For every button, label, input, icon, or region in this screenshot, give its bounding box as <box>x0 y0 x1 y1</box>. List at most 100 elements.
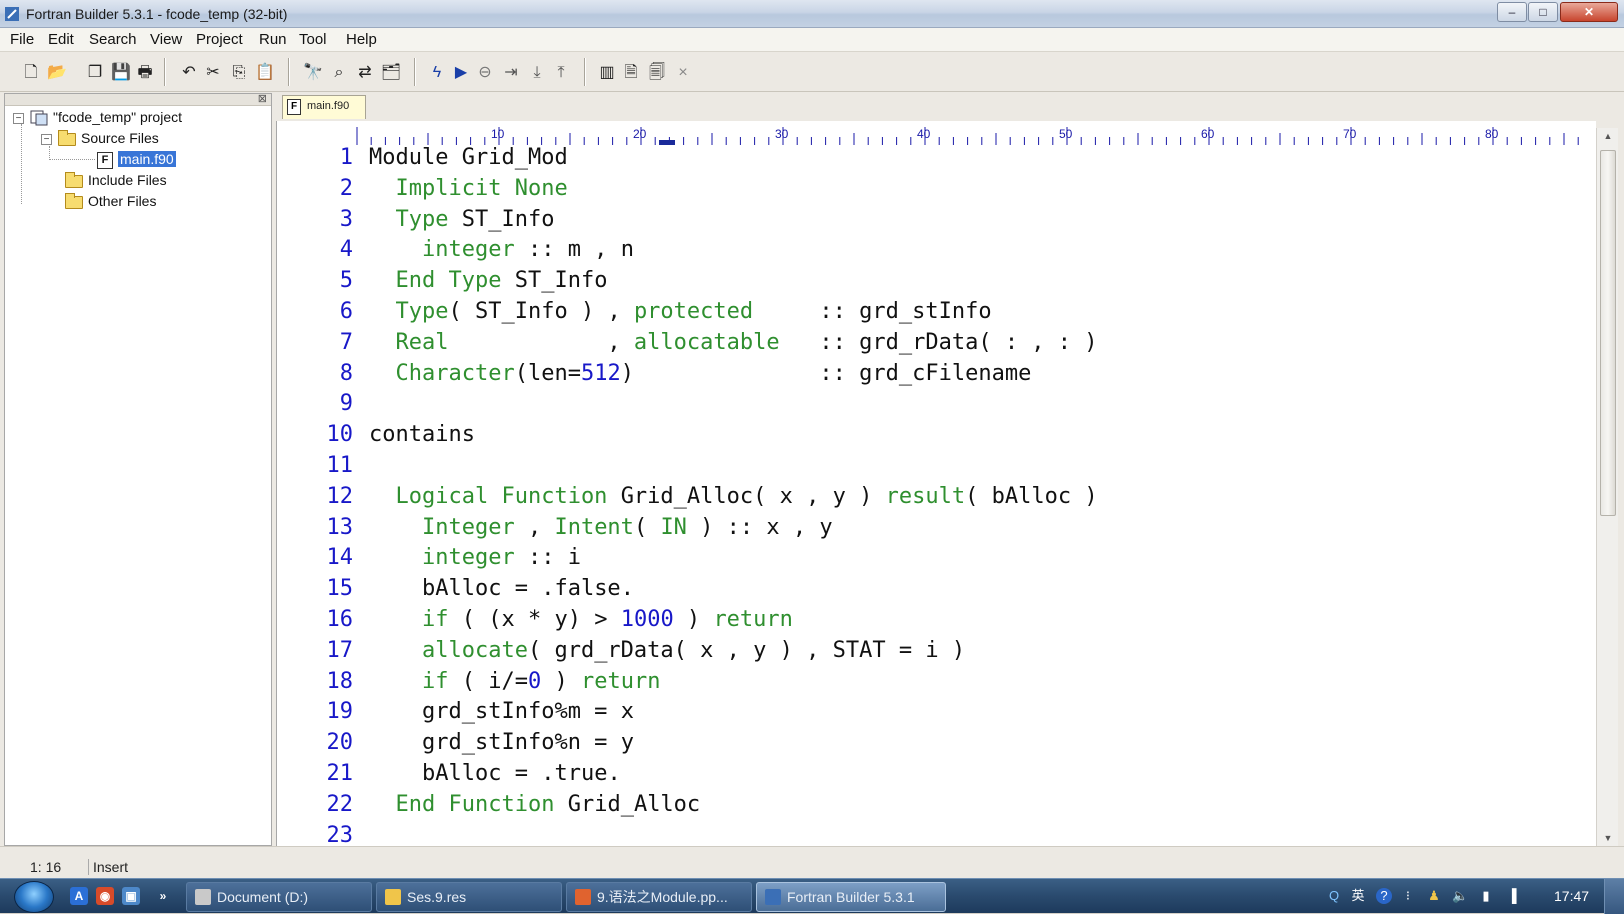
ruler-cursor-marker <box>659 140 675 145</box>
compile-icon[interactable]: 🗎 <box>620 62 642 84</box>
panel-header: ⊠ <box>5 92 271 106</box>
line-number: 8 <box>339 360 353 386</box>
code-line[interactable]: integer :: m , n <box>369 235 634 265</box>
layout-icon[interactable]: ▥ <box>596 62 618 84</box>
chrome-icon[interactable]: ◉ <box>96 887 114 905</box>
menu-edit[interactable]: Edit <box>48 31 74 48</box>
maximize-button[interactable]: □ <box>1528 2 1558 22</box>
code-line[interactable]: bAlloc = .false. <box>369 574 634 604</box>
code-line[interactable]: Type ST_Info <box>369 205 555 235</box>
menu-help[interactable]: Help <box>346 31 377 48</box>
tree-other-files[interactable]: Other Files <box>65 191 156 211</box>
clock[interactable]: 17:47 <box>1554 888 1589 904</box>
help-tray-icon[interactable]: ? <box>1376 888 1392 904</box>
collapse-icon[interactable]: − <box>41 133 52 145</box>
step-out-icon[interactable]: ⤒ <box>550 62 572 84</box>
line-number: 6 <box>339 299 353 324</box>
ruler-mark: 80 <box>1485 127 1499 141</box>
build-icon[interactable]: ϟ <box>426 62 448 84</box>
scrollbar-thumb[interactable] <box>1600 150 1616 516</box>
tree-file-main[interactable]: Fmain.f90 <box>97 149 176 169</box>
stop-icon[interactable]: ⊖ <box>474 62 496 84</box>
find-icon[interactable]: 🔭 <box>302 62 324 84</box>
new-file-icon[interactable]: 🗋 <box>20 62 42 84</box>
code-line[interactable]: Real , allocatable :: grd_rData( : , : ) <box>369 328 1098 358</box>
replace-icon[interactable]: ⇄ <box>354 62 376 84</box>
code-line[interactable]: grd_stInfo%n = y <box>369 728 634 758</box>
desktop-icon[interactable]: ▣ <box>122 887 140 905</box>
step-icon[interactable]: ⇥ <box>500 62 522 84</box>
code-line[interactable]: contains <box>369 420 475 450</box>
menu-tool[interactable]: Tool <box>299 31 327 48</box>
code-line[interactable]: grd_stInfo%m = x <box>369 697 634 727</box>
code-line[interactable]: Module Grid_Mod <box>369 143 568 173</box>
line-number: 10 <box>326 422 354 448</box>
start-button[interactable] <box>14 881 54 913</box>
code-line[interactable]: if ( (x * y) > 1000 ) return <box>369 605 793 635</box>
code-line[interactable]: Type( ST_Info ) , protected :: grd_stInf… <box>369 297 992 327</box>
menu-run[interactable]: Run <box>259 31 287 48</box>
task-ses9[interactable]: Ses.9.res <box>376 882 562 912</box>
close-doc-icon[interactable]: × <box>672 62 694 84</box>
folder-icon <box>65 171 83 188</box>
code-line[interactable]: End Type ST_Info <box>369 266 608 296</box>
task-document[interactable]: Document (D:) <box>186 882 372 912</box>
find-next-icon[interactable]: ⌕ <box>328 62 350 84</box>
copy-file-icon[interactable]: ❐ <box>84 62 106 84</box>
code-line[interactable]: Character(len=512) :: grd_cFilename <box>369 359 1032 389</box>
quick-launch-a-icon[interactable]: A <box>70 887 88 905</box>
search-tray-icon[interactable]: Q <box>1326 888 1342 904</box>
code-editor[interactable]: 10 20 30 40 50 60 70 80 1 2 3 4 5 6 7 8 9 10 11 12 1… <box>276 121 1596 846</box>
code-line[interactable]: bAlloc = .true. <box>369 759 621 789</box>
ruler-mark: 60 <box>1201 127 1215 141</box>
more-icon[interactable]: » <box>154 887 172 905</box>
menu-search[interactable]: Search <box>89 31 137 48</box>
user-tray-icon[interactable]: ♟ <box>1426 888 1442 904</box>
cut-icon[interactable]: ✂ <box>202 62 224 84</box>
collapse-icon[interactable]: − <box>13 112 24 124</box>
vertical-scrollbar[interactable]: ▲ ▼ <box>1596 128 1618 846</box>
tree-guide <box>21 124 22 204</box>
code-line[interactable]: allocate( grd_rData( x , y ) , STAT = i … <box>369 636 965 666</box>
code-line[interactable]: End Function Grid_Alloc <box>369 790 701 820</box>
tree-include-files[interactable]: Include Files <box>65 170 167 190</box>
print-icon[interactable]: 🖶 <box>134 62 156 84</box>
power-icon[interactable]: ▐ <box>1504 888 1520 904</box>
ruler-mark: 70 <box>1343 127 1357 141</box>
ruler-mark: 50 <box>1059 127 1073 141</box>
task-fortran-builder[interactable]: Fortran Builder 5.3.1 <box>756 882 946 912</box>
toolbar: 🗋 📂 ❐ 💾 🖶 ↶ ✂ ⎘ 📋 🔭 ⌕ ⇄ 🗂 ϟ ▶ ⊖ ⇥ ⤓ ⤒ ▥ … <box>0 52 1624 92</box>
menu-file[interactable]: File <box>10 31 34 48</box>
ime-english-icon[interactable]: 英 <box>1350 888 1366 904</box>
save-icon[interactable]: 💾 <box>110 62 132 84</box>
scroll-down-icon[interactable]: ▼ <box>1597 830 1619 846</box>
menu-project[interactable]: Project <box>196 31 243 48</box>
code-line[interactable]: Integer , Intent( IN ) :: x , y <box>369 513 833 543</box>
tree-project-root[interactable]: − "fcode_temp" project <box>13 107 182 127</box>
step-into-icon[interactable]: ⤓ <box>526 62 548 84</box>
code-line[interactable]: if ( i/=0 ) return <box>369 667 660 697</box>
code-line[interactable]: Logical Function Grid_Alloc( x , y ) res… <box>369 482 1098 512</box>
paste-icon[interactable]: 📋 <box>254 62 276 84</box>
task-powerpoint[interactable]: 9.语法之Module.pp... <box>566 882 752 912</box>
panel-close-icon[interactable]: ⊠ <box>258 92 267 105</box>
network-icon[interactable]: ▮ <box>1478 888 1494 904</box>
ime-options-icon[interactable]: ⁝ <box>1400 888 1416 904</box>
code-line[interactable]: Implicit None <box>369 174 568 204</box>
tree-source-files[interactable]: − Source Files <box>41 128 159 148</box>
code-line[interactable]: integer :: i <box>369 543 581 573</box>
undo-icon[interactable]: ↶ <box>178 62 200 84</box>
link-icon[interactable]: 🗐 <box>646 62 668 84</box>
tab-main-f90[interactable]: F main.f90 <box>282 95 366 119</box>
close-button[interactable]: ✕ <box>1560 2 1618 22</box>
run-icon[interactable]: ▶ <box>450 62 472 84</box>
volume-icon[interactable]: 🔈 <box>1452 888 1468 904</box>
minimize-button[interactable]: – <box>1497 2 1527 22</box>
copy-icon[interactable]: ⎘ <box>228 62 250 84</box>
show-desktop-button[interactable] <box>1604 879 1624 914</box>
fortran-file-icon: F <box>97 151 113 169</box>
find-in-files-icon[interactable]: 🗂 <box>380 62 402 84</box>
open-file-icon[interactable]: 📂 <box>46 62 68 84</box>
scroll-up-icon[interactable]: ▲ <box>1597 128 1619 144</box>
menu-view[interactable]: View <box>150 31 182 48</box>
